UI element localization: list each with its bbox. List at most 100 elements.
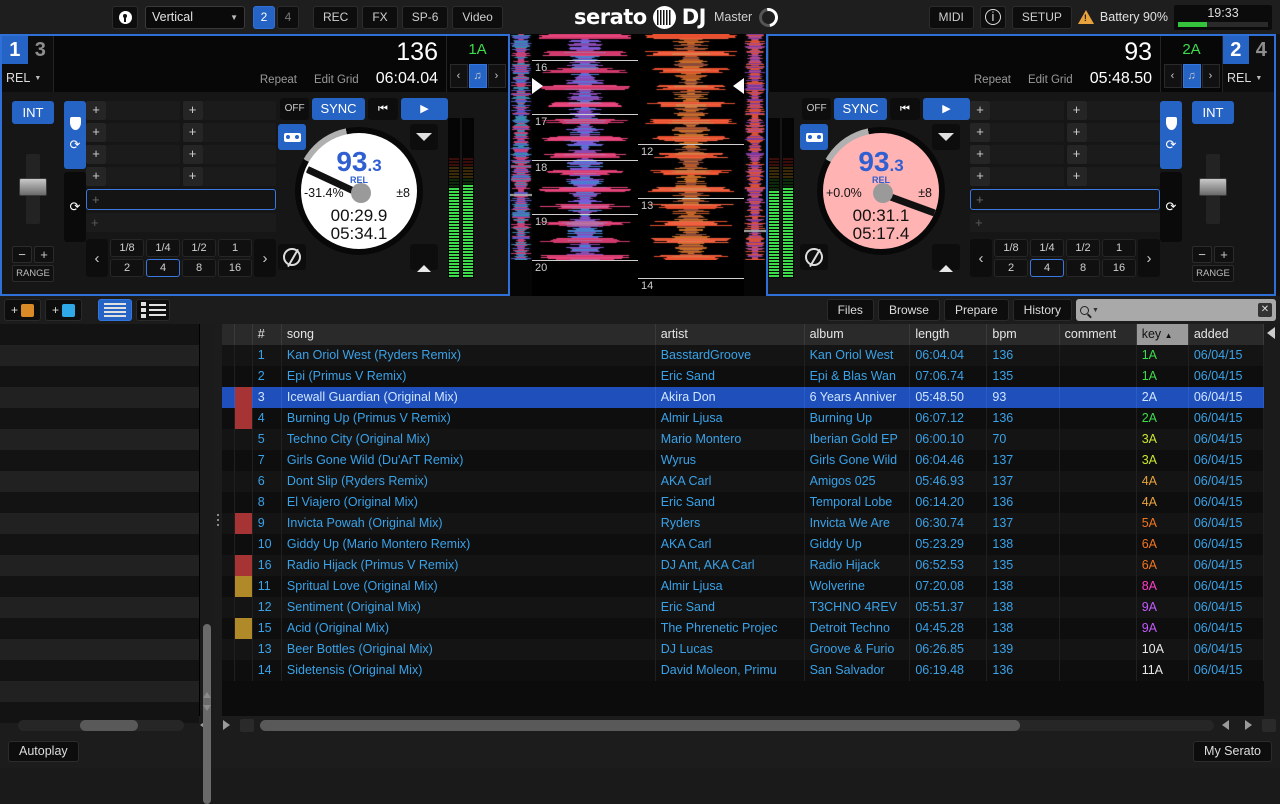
table-row[interactable]: 4 Burning Up (Primus V Remix) Almir Ljusa B… bbox=[222, 408, 1264, 429]
beat-cell-1-4[interactable]: 1/4 bbox=[146, 239, 180, 257]
beat-cell-2[interactable]: 2 bbox=[110, 259, 144, 277]
cue-slot[interactable] bbox=[1086, 101, 1160, 120]
cue-slot[interactable] bbox=[106, 145, 180, 164]
layout-select[interactable]: Vertical ▼ bbox=[145, 5, 245, 29]
cue-add-icon[interactable]: + bbox=[182, 167, 203, 186]
crate-item[interactable] bbox=[0, 429, 199, 450]
table-row[interactable]: 10 Giddy Up (Mario Montero Remix) AKA Carl… bbox=[222, 534, 1264, 555]
beat-cell-1[interactable]: 1 bbox=[218, 239, 252, 257]
deck-right-range-label[interactable]: RANGE bbox=[1192, 265, 1234, 282]
master-control[interactable]: Master bbox=[714, 3, 782, 31]
cue-slot[interactable] bbox=[202, 101, 276, 120]
cue-add-icon[interactable]: + bbox=[1066, 145, 1087, 164]
deck-right-num-2[interactable]: 2 bbox=[1223, 36, 1249, 64]
deck-left-num-3[interactable]: 3 bbox=[28, 36, 54, 64]
deck-left-cue-mode-button[interactable]: ⟳ bbox=[64, 101, 86, 169]
cue-add-icon[interactable]: + bbox=[1066, 167, 1087, 186]
deck-right-repeat[interactable]: Repeat bbox=[974, 74, 1011, 86]
crate-item[interactable] bbox=[0, 387, 199, 408]
deck-left-range-label[interactable]: RANGE bbox=[12, 265, 54, 282]
beat-cell-1-2[interactable]: 1/2 bbox=[1066, 239, 1100, 257]
beat-next-icon[interactable]: › bbox=[254, 239, 276, 277]
table-row[interactable]: 2 Epi (Primus V Remix) Eric Sand Epi & Blas… bbox=[222, 366, 1264, 387]
deck-right-sync-button[interactable]: SYNC bbox=[834, 98, 887, 120]
table-row[interactable]: 6 Dont Slip (Ryders Remix) AKA Carl Amigos … bbox=[222, 471, 1264, 492]
crate-item[interactable] bbox=[0, 639, 199, 660]
deck-right-range-plus[interactable]: + bbox=[1214, 246, 1234, 263]
table-row[interactable]: 9 Invicta Powah (Original Mix) Ryders Invic… bbox=[222, 513, 1264, 534]
deck-left-slip-icon[interactable] bbox=[410, 124, 438, 150]
deck-left-prev-icon[interactable]: ‹ bbox=[449, 64, 468, 88]
scroll-up-icon[interactable] bbox=[203, 692, 211, 698]
table-row[interactable]: 12 Sentiment (Original Mix) Eric Sand T3CHN… bbox=[222, 597, 1264, 618]
crate-item[interactable] bbox=[0, 408, 199, 429]
beat-prev-icon[interactable]: ‹ bbox=[970, 239, 992, 277]
deck-count-2[interactable]: 2 bbox=[253, 5, 275, 29]
cue-slot[interactable] bbox=[990, 101, 1064, 120]
cue-slot[interactable] bbox=[1086, 123, 1160, 142]
table-hscroll[interactable] bbox=[260, 719, 1214, 731]
crate-item[interactable] bbox=[0, 450, 199, 471]
deck-right-off-button[interactable]: OFF bbox=[802, 98, 832, 120]
deck-right-keylock-icon[interactable] bbox=[800, 124, 828, 150]
beat-cell-1-8[interactable]: 1/8 bbox=[110, 239, 144, 257]
cue-slot[interactable] bbox=[106, 123, 180, 142]
detail-view-icon[interactable] bbox=[136, 299, 171, 321]
rec-button[interactable]: REC bbox=[313, 5, 359, 29]
deck-right-num-4[interactable]: 4 bbox=[1249, 36, 1275, 64]
autoplay-button[interactable]: Autoplay bbox=[8, 740, 79, 762]
deck-left-loop-slot-active[interactable]: + bbox=[86, 189, 276, 210]
crate-item[interactable] bbox=[0, 534, 199, 555]
table-row[interactable]: 13 Beer Bottles (Original Mix) DJ Lucas Gro… bbox=[222, 639, 1264, 660]
setup-button[interactable]: SETUP bbox=[1011, 5, 1072, 29]
deck-right-censor-icon[interactable] bbox=[800, 244, 828, 270]
deck-left-keylock-icon[interactable] bbox=[278, 124, 306, 150]
col-header-key[interactable]: key ▲ bbox=[1136, 324, 1189, 345]
crate-item[interactable] bbox=[0, 597, 199, 618]
cue-add-icon[interactable]: + bbox=[970, 145, 990, 164]
deck-left-editgrid[interactable]: Edit Grid bbox=[314, 74, 359, 86]
crates-hscroll[interactable] bbox=[18, 719, 184, 731]
crate-item[interactable] bbox=[0, 471, 199, 492]
deck-left-num-1[interactable]: 1 bbox=[2, 36, 28, 64]
scroll-right-icon[interactable] bbox=[1245, 720, 1252, 730]
table-right-rail[interactable] bbox=[1264, 324, 1280, 716]
collapse-icon[interactable] bbox=[1267, 327, 1275, 339]
cue-slot[interactable] bbox=[202, 123, 276, 142]
beat-cell-16[interactable]: 16 bbox=[1102, 259, 1136, 277]
crate-item[interactable] bbox=[0, 324, 199, 345]
crate-item[interactable] bbox=[0, 513, 199, 534]
cue-add-icon[interactable]: + bbox=[970, 123, 990, 142]
deck-right-play-button[interactable]: ▶ bbox=[922, 98, 971, 120]
search-input[interactable]: ▼ ✕ bbox=[1076, 299, 1276, 321]
cue-slot[interactable] bbox=[1086, 145, 1160, 164]
scroll-right-icon[interactable] bbox=[223, 720, 230, 730]
beat-cell-2[interactable]: 2 bbox=[994, 259, 1028, 277]
table-row[interactable]: 14 Sidetensis (Original Mix) David Moleon,… bbox=[222, 660, 1264, 681]
col-header-album[interactable]: album bbox=[805, 324, 911, 345]
table-row[interactable]: 15 Acid (Original Mix) The Phrenetic Proje… bbox=[222, 618, 1264, 639]
beat-cell-1[interactable]: 1 bbox=[1102, 239, 1136, 257]
table-row[interactable]: 7 Girls Gone Wild (Du'ArT Remix) Wyrus Girl… bbox=[222, 450, 1264, 471]
deck-left-censor-icon[interactable] bbox=[278, 244, 306, 270]
panel-splitter[interactable] bbox=[214, 324, 222, 716]
deck-left-music-icon[interactable]: ♫ bbox=[468, 64, 487, 88]
waveform-overview-right[interactable] bbox=[744, 34, 766, 296]
chevron-down-icon[interactable]: ▼ bbox=[1092, 307, 1099, 314]
table-row[interactable]: 3 Icewall Guardian (Original Mix) Akira Do… bbox=[222, 387, 1264, 408]
lock-icon[interactable] bbox=[112, 5, 138, 29]
crate-item[interactable] bbox=[0, 660, 199, 681]
fx-button[interactable]: FX bbox=[362, 5, 398, 29]
beat-cell-8[interactable]: 8 bbox=[182, 259, 216, 277]
deck-right-pitch-fader[interactable] bbox=[1199, 154, 1227, 224]
cue-add-icon[interactable]: + bbox=[86, 101, 106, 120]
deck-count-4[interactable]: 4 bbox=[277, 5, 299, 29]
cue-add-icon[interactable]: + bbox=[86, 167, 106, 186]
add-smart-crate-button[interactable]: + bbox=[45, 299, 83, 321]
crate-item[interactable] bbox=[0, 576, 199, 597]
beat-cell-4[interactable]: 4 bbox=[1030, 259, 1064, 277]
cue-add-icon[interactable]: + bbox=[182, 145, 203, 164]
crate-item[interactable] bbox=[0, 492, 199, 513]
col-header-length[interactable]: length bbox=[910, 324, 988, 345]
master-knob[interactable] bbox=[755, 3, 782, 31]
